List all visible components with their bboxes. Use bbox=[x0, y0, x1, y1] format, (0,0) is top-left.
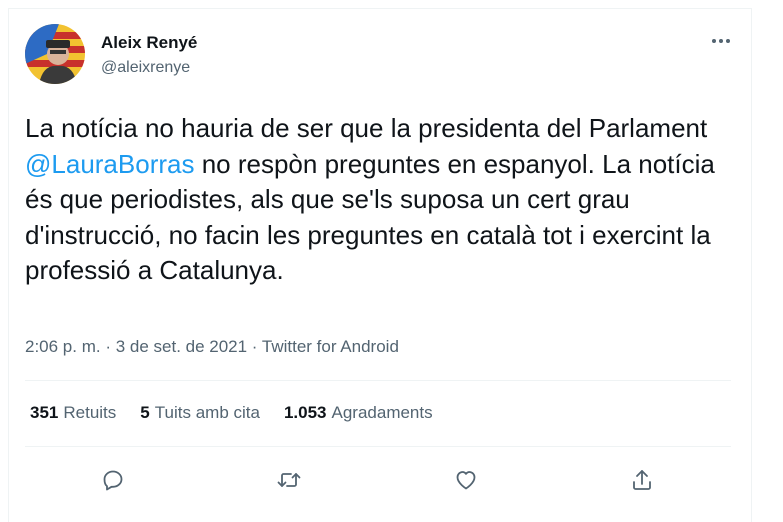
avatar[interactable] bbox=[25, 24, 85, 84]
quotes-count: 5 bbox=[140, 403, 150, 422]
reply-icon[interactable] bbox=[93, 460, 133, 500]
retweets-count: 351 bbox=[30, 403, 59, 422]
mention-link[interactable]: @LauraBorras bbox=[25, 149, 194, 179]
tweet-text-part1: La notícia no hauria de ser que la presi… bbox=[25, 113, 708, 143]
engagement-stats: 351 Retuits 5 Tuits amb cita 1.053 Agradame… bbox=[30, 403, 433, 423]
retweets-label: Retuits bbox=[63, 403, 117, 422]
quotes-stat[interactable]: 5 Tuits amb cita bbox=[140, 403, 260, 423]
likes-label: Agradaments bbox=[331, 403, 433, 422]
tweet-timestamp[interactable]: 2:06 p. m. · 3 de set. de 2021 · Twitter… bbox=[25, 337, 399, 357]
tweet-text: La notícia no hauria de ser que la presi… bbox=[25, 111, 725, 289]
quotes-label: Tuits amb cita bbox=[154, 403, 260, 422]
retweets-stat[interactable]: 351 Retuits bbox=[30, 403, 116, 423]
action-bar bbox=[9, 454, 753, 514]
author-handle[interactable]: @aleixrenye bbox=[101, 59, 190, 77]
likes-stat[interactable]: 1.053 Agradaments bbox=[284, 403, 433, 423]
divider bbox=[25, 446, 731, 447]
retweet-icon[interactable] bbox=[269, 460, 309, 500]
share-icon[interactable] bbox=[622, 460, 662, 500]
like-icon[interactable] bbox=[446, 460, 486, 500]
more-options-icon[interactable] bbox=[709, 31, 733, 51]
author-name[interactable]: Aleix Renyé bbox=[101, 33, 197, 53]
likes-count: 1.053 bbox=[283, 403, 327, 422]
tweet-card: Aleix Renyé @aleixrenye La notícia no ha… bbox=[8, 8, 752, 522]
divider bbox=[25, 380, 731, 381]
